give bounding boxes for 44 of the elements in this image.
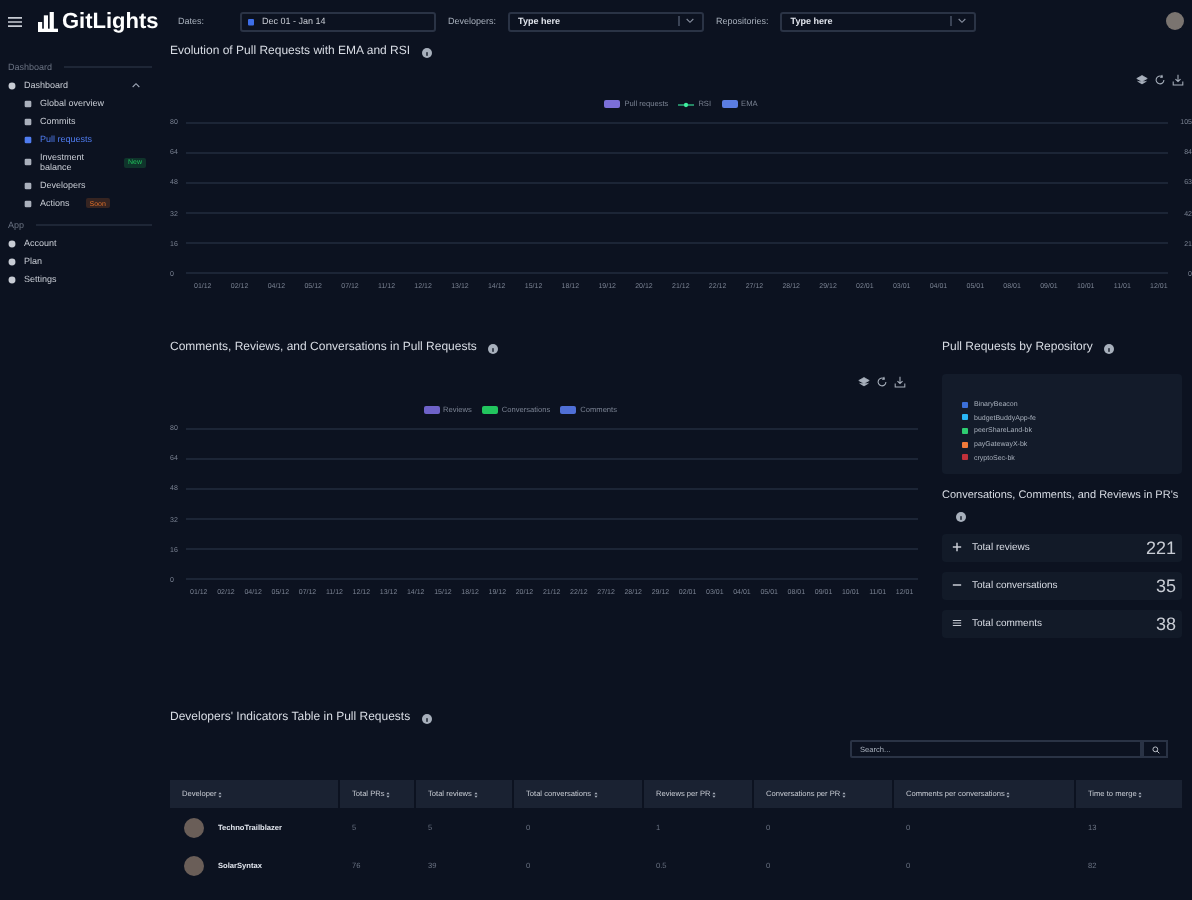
menu-item-icon [8, 81, 16, 89]
menu-item-icon [24, 158, 32, 166]
chevron-down-icon [958, 18, 967, 24]
info-icon[interactable] [1104, 343, 1115, 353]
sort-icon [386, 791, 391, 797]
search-button[interactable] [1142, 740, 1168, 758]
menu-item-icon [24, 135, 32, 143]
sort-icon [473, 791, 478, 797]
menu-item-icon [24, 199, 32, 207]
stat-value: 221 [1145, 537, 1176, 558]
sort-icon [1006, 791, 1011, 797]
info-icon[interactable] [422, 713, 433, 723]
sort-icon [712, 791, 717, 797]
stat-value: 35 [1155, 575, 1176, 596]
layers-icon[interactable] [858, 376, 870, 388]
menu-item-icon [8, 257, 16, 265]
stat-value: 38 [1155, 613, 1176, 634]
menu-item-icon [24, 117, 32, 125]
minus-icon [952, 580, 962, 591]
plus-icon [952, 542, 962, 553]
info-icon[interactable] [488, 343, 499, 353]
download-icon[interactable] [894, 376, 906, 388]
logo-icon [38, 11, 58, 31]
search-icon [1151, 745, 1159, 753]
info-icon[interactable] [956, 511, 966, 522]
refresh-icon[interactable] [1154, 74, 1166, 86]
logo-text: GitLights [62, 9, 159, 33]
menu-item-icon [24, 99, 32, 107]
menu-item-icon [8, 275, 16, 283]
info-icon[interactable] [422, 47, 433, 57]
layers-icon[interactable] [1136, 74, 1148, 86]
refresh-icon[interactable] [876, 376, 888, 388]
sort-icon [593, 791, 598, 797]
list-icon [952, 618, 962, 629]
menu-item-icon [8, 239, 16, 247]
sort-icon [1138, 791, 1143, 797]
user-avatar[interactable] [1166, 12, 1184, 30]
download-icon[interactable] [1172, 74, 1184, 86]
sort-icon [218, 791, 223, 797]
calendar-icon [248, 17, 255, 25]
chevron-down-icon [686, 18, 695, 24]
menu-item-icon [24, 181, 32, 189]
menu-icon[interactable] [8, 15, 22, 27]
sort-icon [842, 791, 847, 797]
